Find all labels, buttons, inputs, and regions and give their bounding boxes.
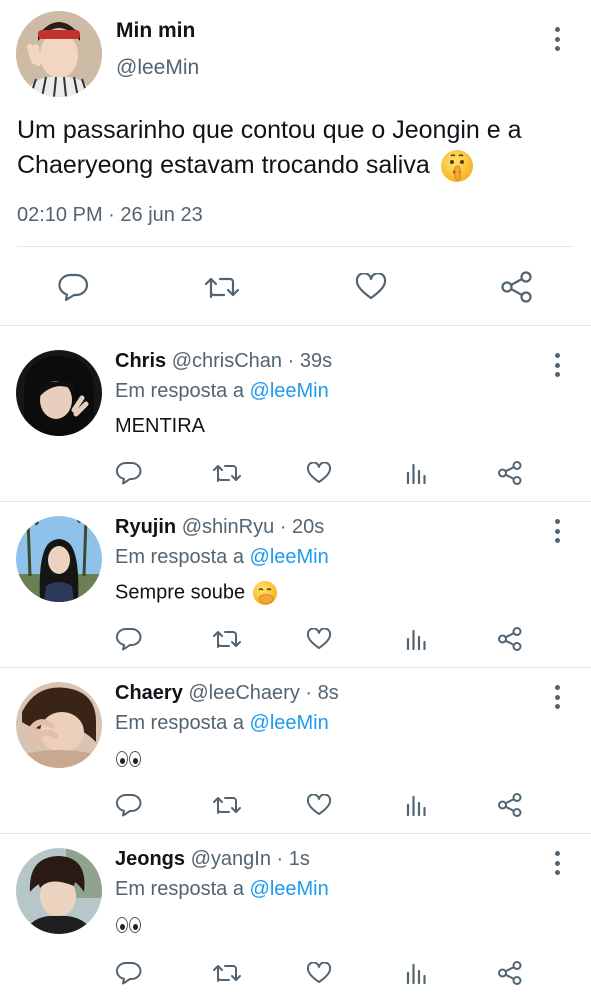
analytics-icon[interactable]: [400, 958, 432, 988]
mention-link[interactable]: @leeMin: [250, 712, 329, 734]
in-reply-to-label: Em resposta a: [115, 712, 244, 734]
reply-author-name[interactable]: Jeongs: [115, 848, 185, 870]
face-with-hand-over-mouth-icon: [252, 581, 277, 605]
reply-time[interactable]: 8s: [318, 682, 339, 704]
share-icon[interactable]: [494, 458, 526, 488]
in-reply-to: Em resposta a @leeMin: [115, 878, 329, 901]
reply-header: Chris @chrisChan · 39s: [115, 350, 332, 373]
reply-author-name[interactable]: Ryujin: [115, 516, 176, 538]
mention-link[interactable]: @leeMin: [250, 546, 329, 568]
mention-link[interactable]: @leeMin: [250, 878, 329, 900]
more-options-icon[interactable]: [552, 851, 562, 875]
reply-icon[interactable]: [113, 790, 145, 820]
reply-tweet: Jeongs @yangIn · 1s Em resposta a @leeMi…: [0, 834, 591, 1000]
share-icon[interactable]: [494, 624, 526, 654]
like-icon[interactable]: [351, 269, 391, 305]
main-tweet: Min min @leeMin Um passarinho que contou…: [0, 0, 591, 326]
reply-text: MENTIRA: [115, 415, 205, 437]
reply-author-name[interactable]: Chaery: [115, 682, 183, 704]
shushing-face-icon: [440, 150, 473, 183]
more-options-icon[interactable]: [552, 519, 562, 543]
reply-tweet: Chaery @leeChaery · 8s Em resposta a @le…: [0, 668, 591, 834]
analytics-icon[interactable]: [400, 790, 432, 820]
reply-time[interactable]: 39s: [300, 350, 332, 372]
retweet-icon[interactable]: [209, 624, 245, 654]
analytics-icon[interactable]: [400, 458, 432, 488]
timestamp-separator: ·: [108, 204, 115, 226]
more-options-icon[interactable]: [552, 27, 562, 51]
more-options-icon[interactable]: [552, 685, 562, 709]
reply-text-body: Sempre soube: [115, 581, 246, 604]
divider: [0, 325, 591, 326]
avatar-chaery[interactable]: [16, 682, 102, 768]
reply-author-handle[interactable]: @yangIn: [191, 848, 271, 870]
reply-text: [115, 747, 143, 770]
retweet-icon[interactable]: [209, 958, 245, 988]
analytics-icon[interactable]: [400, 624, 432, 654]
eyes-icon: [115, 750, 143, 768]
reply-time[interactable]: 1s: [289, 848, 310, 870]
like-icon[interactable]: [303, 624, 335, 654]
in-reply-to-label: Em resposta a: [115, 380, 244, 402]
avatar-min[interactable]: [16, 11, 102, 97]
reply-text: Sempre soube: [115, 581, 277, 605]
tweet-date: 26 jun 23: [120, 204, 203, 226]
avatar-jeongs[interactable]: [16, 848, 102, 934]
reply-header: Ryujin @shinRyu · 20s: [115, 516, 324, 539]
reply-dot: ·: [287, 350, 295, 372]
author-name[interactable]: Min min: [116, 19, 195, 43]
reply-author-handle[interactable]: @chrisChan: [172, 350, 282, 372]
reply-icon[interactable]: [113, 958, 145, 988]
reply-header: Chaery @leeChaery · 8s: [115, 682, 339, 705]
like-icon[interactable]: [303, 458, 335, 488]
like-icon[interactable]: [303, 790, 335, 820]
reply-icon[interactable]: [113, 624, 145, 654]
reply-icon[interactable]: [53, 269, 93, 305]
tweet-time: 02:10 PM: [17, 204, 103, 226]
reply-dot: ·: [276, 848, 284, 870]
in-reply-to-label: Em resposta a: [115, 546, 244, 568]
author-handle[interactable]: @leeMin: [116, 56, 199, 80]
more-options-icon[interactable]: [552, 353, 562, 377]
reply-icon[interactable]: [113, 458, 145, 488]
tweet-text: Um passarinho que contou que o Jeongin e…: [17, 113, 582, 183]
eyes-icon: [115, 916, 143, 934]
retweet-icon[interactable]: [209, 458, 245, 488]
mention-link[interactable]: @leeMin: [250, 380, 329, 402]
reply-author-handle[interactable]: @shinRyu: [182, 516, 275, 538]
divider: [17, 246, 574, 247]
reply-header: Jeongs @yangIn · 1s: [115, 848, 310, 871]
like-icon[interactable]: [303, 958, 335, 988]
reply-author-handle[interactable]: @leeChaery: [188, 682, 299, 704]
in-reply-to: Em resposta a @leeMin: [115, 712, 329, 735]
share-icon[interactable]: [497, 268, 537, 306]
in-reply-to: Em resposta a @leeMin: [115, 546, 329, 569]
reply-text: [115, 913, 143, 936]
reply-tweet: Ryujin @shinRyu · 20s Em resposta a @lee…: [0, 502, 591, 668]
reply-tweet: Chris @chrisChan · 39s Em resposta a @le…: [0, 336, 591, 502]
in-reply-to-label: Em resposta a: [115, 878, 244, 900]
retweet-icon[interactable]: [200, 269, 244, 305]
avatar-chris[interactable]: [16, 350, 102, 436]
retweet-icon[interactable]: [209, 790, 245, 820]
reply-dot: ·: [305, 682, 313, 704]
reply-dot: ·: [279, 516, 287, 538]
tweet-timestamp[interactable]: 02:10 PM · 26 jun 23: [17, 204, 203, 227]
avatar-ryujin[interactable]: [16, 516, 102, 602]
reply-time[interactable]: 20s: [292, 516, 324, 538]
in-reply-to: Em resposta a @leeMin: [115, 380, 329, 403]
reply-author-name[interactable]: Chris: [115, 350, 166, 372]
share-icon[interactable]: [494, 958, 526, 988]
share-icon[interactable]: [494, 790, 526, 820]
